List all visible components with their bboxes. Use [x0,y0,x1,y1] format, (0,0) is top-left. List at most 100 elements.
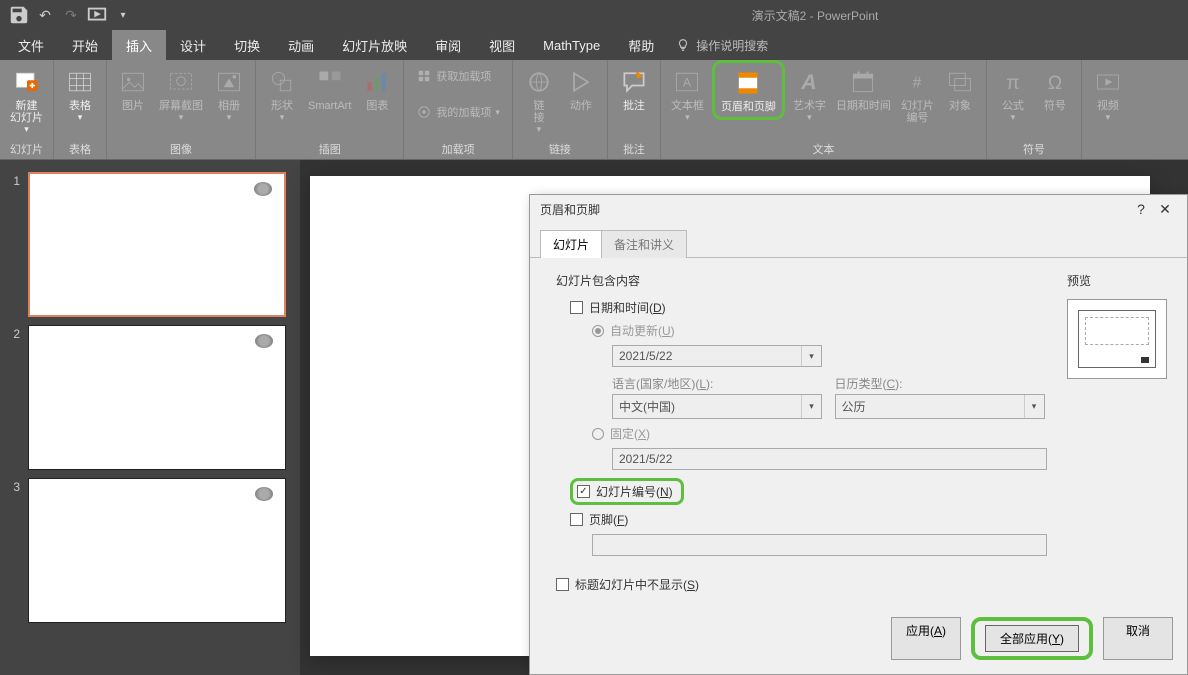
new-slide-icon [11,66,43,98]
thumb-item[interactable]: 1 [0,168,300,321]
radio-fixed[interactable]: 固定(X) [592,425,1047,442]
redo-icon[interactable]: ↷ [60,4,82,26]
comment-button[interactable]: 批注 [614,64,654,114]
tab-insert[interactable]: 插入 [112,30,166,60]
picture-button[interactable]: 图片 [113,64,153,114]
chart-button[interactable]: 图表 [357,64,397,114]
datetime-icon [847,66,879,98]
save-icon[interactable] [8,4,30,26]
screenshot-button[interactable]: 屏幕截图▾ [155,64,207,123]
equation-icon: π [997,66,1029,98]
svg-text:π: π [1006,73,1019,94]
radio-icon [592,325,604,337]
thumb-preview[interactable] [28,325,286,470]
checkbox-icon [570,301,583,314]
fixed-date-input[interactable]: 2021/5/22 [612,448,1047,470]
thumb-preview[interactable] [28,478,286,623]
smartart-button[interactable]: SmartArt [304,64,355,114]
thumb-number: 3 [8,478,20,494]
table-icon [64,66,96,98]
datetime-button[interactable]: 日期和时间 [832,64,895,114]
apply-button[interactable]: 应用(A) [891,617,961,660]
slide-number-button[interactable]: #幻灯片编号 [897,64,938,126]
language-select[interactable]: 中文(中国)▾ [612,394,822,419]
checkbox-icon: ✓ [577,485,590,498]
link-button[interactable]: 链接▾ [519,64,559,135]
close-icon[interactable]: ✕ [1153,201,1177,218]
wordart-button[interactable]: A艺术字▾ [789,64,830,123]
dialog-buttons: 应用(A) 全部应用(Y) 取消 [530,609,1187,674]
svg-text:Ω: Ω [1048,73,1062,94]
tab-slideshow[interactable]: 幻灯片放映 [328,30,421,60]
tab-home[interactable]: 开始 [58,30,112,60]
album-button[interactable]: 相册▾ [209,64,249,123]
my-addins-button[interactable]: 我的加载项 ▾ [414,102,502,122]
thumb-number: 2 [8,325,20,341]
help-button[interactable]: ? [1129,201,1153,217]
header-footer-highlight: 页眉和页脚 [712,60,785,120]
header-footer-dialog: 页眉和页脚 ? ✕ 幻灯片 备注和讲义 幻灯片包含内容 日期和时间(D) 自动更… [529,194,1188,675]
textbox-icon: A [671,66,703,98]
tab-animations[interactable]: 动画 [274,30,328,60]
qat-customize-icon[interactable]: ▾ [112,4,134,26]
get-addins-button[interactable]: 获取加载项 [414,66,502,86]
tab-design[interactable]: 设计 [166,30,220,60]
ribbon-group-symbols: π公式▾ Ω符号 符号 [987,60,1082,159]
titlebar: ↶ ↷ ▾ 演示文稿2 - PowerPoint [0,0,1188,30]
object-icon [944,66,976,98]
svg-text:A: A [683,75,692,89]
comment-icon [618,66,650,98]
checkbox-datetime[interactable]: 日期和时间(D) [570,299,1047,316]
tab-transitions[interactable]: 切换 [220,30,274,60]
checkbox-slide-number[interactable]: ✓ 幻灯片编号(N) [577,483,673,500]
action-button[interactable]: 动作 [561,64,601,114]
header-footer-button[interactable]: 页眉和页脚 [717,65,780,115]
tab-review[interactable]: 审阅 [421,30,475,60]
thumb-preview[interactable] [28,172,286,317]
lightbulb-icon [676,38,690,52]
thumb-image-placeholder [255,487,273,501]
thumb-item[interactable]: 3 [0,474,300,627]
apply-all-button[interactable]: 全部应用(Y) [985,625,1079,652]
tab-file[interactable]: 文件 [4,30,58,60]
ribbon-group-images: 图片 屏幕截图▾ 相册▾ 图像 [107,60,256,159]
thumb-number: 1 [8,172,20,188]
preview-box [1067,299,1167,379]
ribbon: 新建幻灯片▾ 幻灯片 表格▾ 表格 图片 屏幕截图▾ 相册▾ 图像 形状▾ Sm… [0,60,1188,160]
tab-view[interactable]: 视图 [475,30,529,60]
header-footer-icon [732,67,764,99]
ribbon-group-tables: 表格▾ 表格 [54,60,107,159]
symbol-button[interactable]: Ω符号 [1035,64,1075,114]
thumb-item[interactable]: 2 [0,321,300,474]
chevron-down-icon: ▾ [801,395,821,418]
chevron-down-icon: ▾ [801,346,821,366]
footer-input[interactable] [592,534,1047,556]
thumb-image-placeholder [255,334,273,348]
tell-me[interactable]: 操作说明搜索 [676,30,768,60]
svg-text:A: A [801,71,817,94]
tab-mathtype[interactable]: MathType [529,30,614,60]
dialog-title: 页眉和页脚 [540,201,600,218]
video-button[interactable]: 视频▾ [1088,64,1128,123]
thumbnails-panel[interactable]: 1 2 3 [0,160,300,675]
checkbox-no-title[interactable]: 标题幻灯片中不显示(S) [556,576,1047,593]
undo-icon[interactable]: ↶ [34,4,56,26]
date-format-select[interactable]: 2021/5/22▾ [612,345,822,367]
dialog-tab-slide[interactable]: 幻灯片 [540,230,602,258]
cancel-button[interactable]: 取消 [1103,617,1173,660]
new-slide-button[interactable]: 新建幻灯片▾ [6,64,47,135]
radio-auto-update[interactable]: 自动更新(U) [592,322,1047,339]
wordart-icon: A [793,66,825,98]
screenshot-icon [165,66,197,98]
start-from-beginning-icon[interactable] [86,4,108,26]
calendar-select[interactable]: 公历▾ [835,394,1045,419]
equation-button[interactable]: π公式▾ [993,64,1033,123]
table-button[interactable]: 表格▾ [60,64,100,123]
dialog-titlebar[interactable]: 页眉和页脚 ? ✕ [530,195,1187,223]
shapes-button[interactable]: 形状▾ [262,64,302,123]
checkbox-footer[interactable]: 页脚(F) [570,511,1047,528]
object-button[interactable]: 对象 [940,64,980,114]
dialog-tab-notes[interactable]: 备注和讲义 [601,230,687,258]
textbox-button[interactable]: A文本框▾ [667,64,708,123]
tab-help[interactable]: 帮助 [614,30,668,60]
